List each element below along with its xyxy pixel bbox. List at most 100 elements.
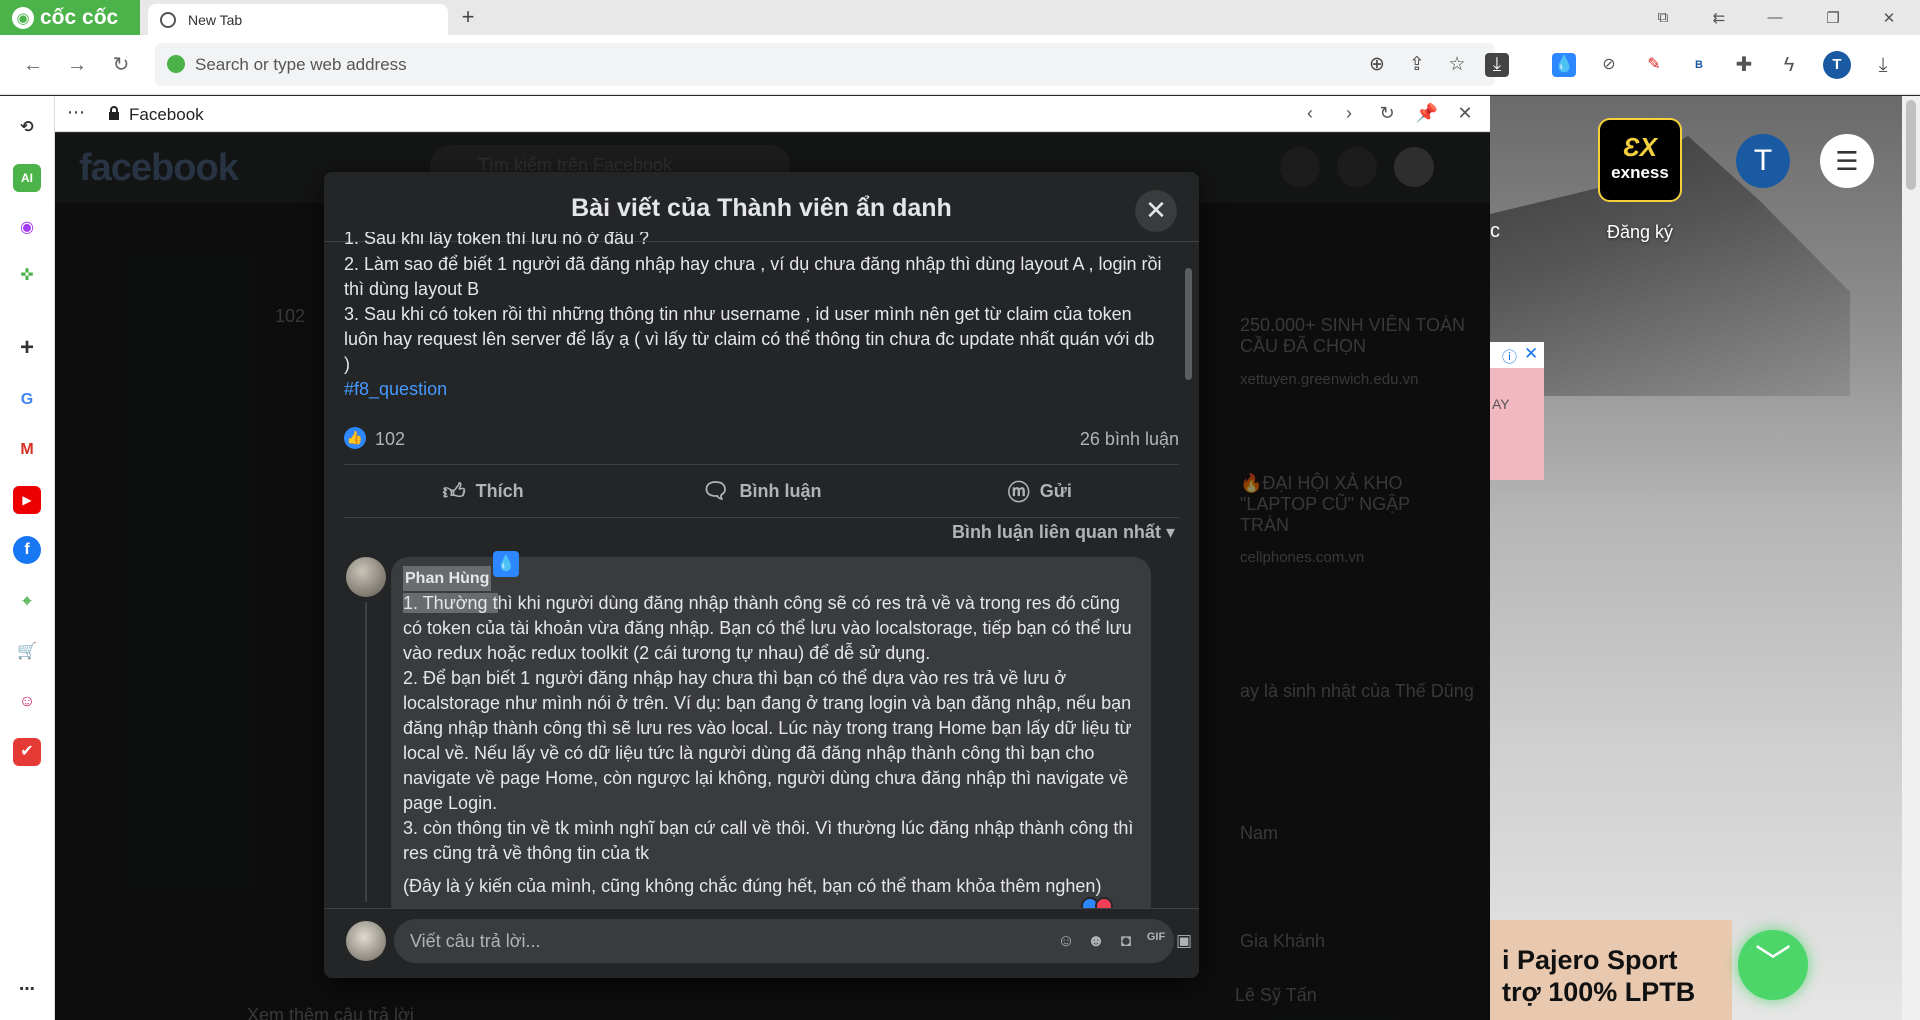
lock-icon bbox=[109, 106, 119, 120]
side-ad[interactable]: ⓘ ✕ AY bbox=[1490, 342, 1544, 480]
exness-logo-mark: ƐX bbox=[1622, 132, 1658, 162]
left-sidebar: ⟲ AI ◉ ✜ + G M ▶ f ⌖ 🛒 ☺ ✔ ⋯ bbox=[0, 96, 55, 1020]
profile-avatar[interactable]: T bbox=[1823, 51, 1851, 79]
tab-title: New Tab bbox=[188, 11, 243, 28]
game-icon[interactable]: ✜ bbox=[13, 262, 41, 290]
newtab-settings-icon[interactable]: ☰ bbox=[1820, 134, 1874, 188]
close-window-button[interactable]: ✕ bbox=[1866, 0, 1912, 35]
exness-shortcut[interactable]: ƐX exness bbox=[1598, 118, 1682, 202]
back-history-icon[interactable]: ⇇ bbox=[1696, 0, 1742, 35]
reload-button[interactable]: ↻ bbox=[108, 52, 134, 78]
side-panel-header: ⋯ Facebook ‹ › ↻ 📌 ✕ bbox=[55, 96, 1490, 132]
extensions-puzzle-icon[interactable]: ✚ bbox=[1732, 53, 1756, 77]
panel-title: Facebook bbox=[129, 105, 204, 124]
speed-icon[interactable]: ϟ bbox=[1777, 53, 1801, 77]
thread-line bbox=[365, 602, 367, 902]
ad-controls: ⓘ ✕ bbox=[1490, 342, 1544, 368]
ad-info-icon[interactable]: ⓘ bbox=[1502, 346, 1517, 367]
color-extension-icon[interactable]: ✎ bbox=[1642, 53, 1666, 77]
facebook-icon[interactable]: f bbox=[13, 536, 41, 564]
comment-author[interactable]: Phan Hùng bbox=[403, 566, 492, 591]
reaction-summary[interactable]: 👍 102 26 bình luận bbox=[344, 425, 1179, 455]
page-scroll-thumb[interactable] bbox=[1906, 100, 1916, 190]
messenger-icon[interactable]: ◉ bbox=[13, 214, 41, 242]
brand-label: cốc cốc bbox=[40, 5, 119, 29]
like-count: 102 bbox=[375, 429, 406, 449]
post-clipped-line: 1. Sau khi lấy token thì lưu nó ở đâu ? bbox=[344, 232, 650, 248]
send-button[interactable]: ⓜ Gửi bbox=[901, 465, 1179, 517]
comment-sort-dropdown[interactable]: Bình luận liên quan nhất ▾ bbox=[952, 522, 1175, 543]
restore-button[interactable]: ❐ bbox=[1810, 0, 1856, 35]
like-reaction-icon: 👍 bbox=[344, 427, 366, 449]
close-icon[interactable]: ✕ bbox=[1135, 190, 1177, 232]
comment-count[interactable]: 26 bình luận bbox=[1080, 429, 1179, 450]
youtube-icon[interactable]: ▶ bbox=[13, 486, 41, 514]
address-bar[interactable]: ⊕ ⇪ ☆ ⤓ bbox=[155, 43, 1509, 86]
back-button[interactable]: ← bbox=[20, 52, 46, 78]
more-icon[interactable]: ⋯ bbox=[13, 976, 41, 1004]
comment-note: (Đây là ý kiến của mình, cũng không chắc… bbox=[403, 876, 1102, 896]
modal-scrollbar[interactable] bbox=[1185, 268, 1192, 380]
coccoc-logo-icon: ◉ bbox=[12, 6, 34, 29]
tab-new-tab[interactable]: New Tab bbox=[148, 4, 448, 35]
forward-button[interactable]: → bbox=[64, 52, 90, 78]
pin-icon[interactable]: 📌 bbox=[1415, 103, 1439, 125]
zoom-icon[interactable]: ⊕ bbox=[1365, 53, 1389, 77]
coccoc-leaf-icon bbox=[167, 55, 185, 73]
register-label[interactable]: Đăng ký bbox=[1600, 222, 1680, 243]
newtab-profile-avatar[interactable]: T bbox=[1736, 134, 1790, 188]
share-icon[interactable]: ⇪ bbox=[1405, 53, 1429, 77]
camera-icon[interactable]: ◘ bbox=[1114, 931, 1138, 953]
compass-extension-icon[interactable]: ⊘ bbox=[1597, 53, 1621, 77]
post-modal: Bài viết của Thành viên ẩn danh ✕ 1. Sau… bbox=[324, 172, 1199, 978]
bookmark-star-icon[interactable]: ☆ bbox=[1445, 53, 1469, 77]
post-body: 1. Sau khi lấy token thì lưu nó ở đâu ? … bbox=[344, 232, 1164, 402]
panel-forward-icon[interactable]: › bbox=[1337, 103, 1361, 125]
like-button[interactable]: 👍︎ Thích bbox=[344, 465, 622, 517]
ai-icon[interactable]: AI bbox=[13, 164, 41, 192]
panel-close-icon[interactable]: ✕ bbox=[1453, 103, 1477, 125]
reply-bar: ☺ ☻ ◘ GIF ▣ bbox=[324, 908, 1199, 978]
b-extension-icon[interactable]: B bbox=[1687, 53, 1711, 77]
newtab-background: c ƐX exness Đăng ký T ☰ ⓘ ✕ AY i Pajero … bbox=[1490, 96, 1920, 1020]
coccoc-menu-button[interactable]: ◉ cốc cốc bbox=[0, 0, 140, 35]
ad-close-icon[interactable]: ✕ bbox=[1524, 344, 1538, 364]
my-avatar bbox=[346, 921, 386, 961]
anime-avatar-icon[interactable]: ☺ bbox=[13, 688, 41, 716]
address-input[interactable] bbox=[195, 43, 1295, 86]
todo-icon[interactable]: ✔ bbox=[13, 738, 41, 766]
post-hashtag[interactable]: #f8_question bbox=[344, 377, 1164, 402]
caret-down-icon: ▾ bbox=[1165, 522, 1175, 542]
comment-bubble: Phan Hùng 💧 1. Thường thì khi người dùng… bbox=[391, 551, 1151, 922]
emoji-icon[interactable]: ☻ bbox=[1084, 931, 1108, 953]
map-icon[interactable]: ⌖ bbox=[13, 588, 41, 616]
drop-badge-icon: 💧 bbox=[493, 551, 519, 577]
shop-icon[interactable]: 🛒 bbox=[13, 638, 41, 666]
download-page-icon[interactable]: ⤓ bbox=[1485, 53, 1509, 77]
gmail-icon[interactable]: M bbox=[13, 436, 41, 464]
bottom-ad-line2: trợ 100% LPTB bbox=[1502, 977, 1696, 1007]
thumbs-up-icon: 👍︎ bbox=[442, 478, 466, 504]
google-icon[interactable]: G bbox=[13, 386, 41, 414]
downloads-icon[interactable]: ⤓ bbox=[1871, 53, 1895, 77]
avatar-sticker-icon[interactable]: ☺ bbox=[1054, 931, 1078, 953]
commenter-avatar[interactable] bbox=[346, 557, 386, 597]
add-tab-button[interactable]: + bbox=[456, 6, 480, 30]
bottom-ad[interactable]: i Pajero Sport trợ 100% LPTB bbox=[1490, 920, 1732, 1020]
toolbar: ← → ↻ ⊕ ⇪ ☆ ⤓ 💧 ⊘ ✎ B ✚ ϟ T ⤓ bbox=[0, 35, 1920, 95]
scroll-down-icon[interactable]: ﹀ bbox=[1738, 930, 1808, 1000]
add-sidebar-app-button[interactable]: + bbox=[13, 334, 41, 362]
gif-icon[interactable]: GIF bbox=[1144, 931, 1168, 953]
sticker-icon[interactable]: ▣ bbox=[1172, 931, 1196, 953]
panel-reload-icon[interactable]: ↻ bbox=[1375, 103, 1399, 125]
screenshot-icon[interactable]: ⧉ bbox=[1640, 0, 1686, 35]
drop-extension-icon[interactable]: 💧 bbox=[1552, 53, 1576, 77]
ad-partial-text: AY bbox=[1492, 396, 1510, 412]
comment-button[interactable]: 🗨 Bình luận bbox=[622, 465, 900, 517]
comment-text: 1. Thường thì khi người dùng đăng nhập t… bbox=[403, 593, 1134, 863]
minimize-button[interactable]: — bbox=[1752, 0, 1798, 35]
history-icon[interactable]: ⟲ bbox=[13, 114, 41, 142]
page-scrollbar[interactable] bbox=[1902, 96, 1920, 1020]
panel-menu-icon[interactable]: ⋯ bbox=[67, 102, 85, 123]
panel-back-icon[interactable]: ‹ bbox=[1298, 103, 1322, 125]
